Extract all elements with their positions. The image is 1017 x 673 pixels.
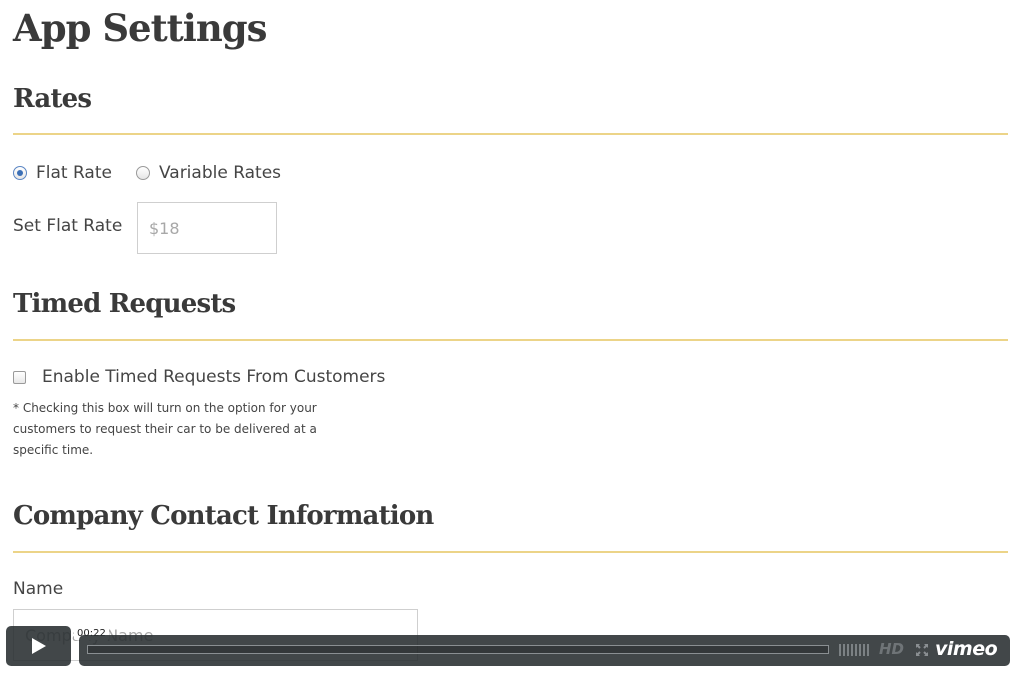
control-bar: HD vimeo: [79, 635, 1010, 666]
name-label: Name: [13, 579, 64, 599]
progress-bar[interactable]: [87, 645, 829, 654]
timed-requests-heading: Timed Requests: [13, 289, 236, 319]
fullscreen-icon[interactable]: [915, 643, 929, 657]
company-contact-heading: Company Contact Information: [13, 501, 434, 531]
vimeo-logo[interactable]: vimeo: [935, 638, 998, 660]
play-icon: [31, 638, 46, 654]
rates-heading: Rates: [13, 84, 92, 114]
hd-button[interactable]: HD: [879, 640, 904, 658]
timed-requests-help-text: * Checking this box will turn on the opt…: [13, 401, 317, 457]
enable-timed-requests-label: Enable Timed Requests From Customers: [42, 367, 386, 387]
timed-requests-divider: [13, 339, 1008, 341]
page-title: App Settings: [13, 6, 267, 50]
play-button[interactable]: [6, 626, 71, 666]
rates-divider: [13, 133, 1008, 135]
radio-selected-dot: [17, 170, 23, 176]
enable-timed-requests-option[interactable]: Enable Timed Requests From Customers: [13, 367, 385, 387]
variable-rates-radio-option[interactable]: Variable Rates: [135, 163, 282, 183]
company-contact-divider: [13, 551, 1008, 553]
flat-rate-label: Flat Rate: [36, 163, 112, 183]
enable-timed-requests-checkbox[interactable]: [13, 370, 26, 384]
flat-rate-radio-option[interactable]: Flat Rate: [13, 163, 112, 183]
flat-rate-input[interactable]: [137, 202, 277, 254]
rate-type-radio-group: Flat Rate Variable Rates: [13, 160, 305, 186]
volume-icon[interactable]: [839, 644, 869, 656]
set-flat-rate-label: Set Flat Rate: [13, 216, 123, 236]
video-player-controls: 00:22 HD vimeo: [6, 626, 1010, 666]
variable-rates-label: Variable Rates: [158, 163, 282, 183]
variable-rates-radio[interactable]: [135, 166, 150, 180]
flat-rate-radio[interactable]: [13, 166, 27, 180]
